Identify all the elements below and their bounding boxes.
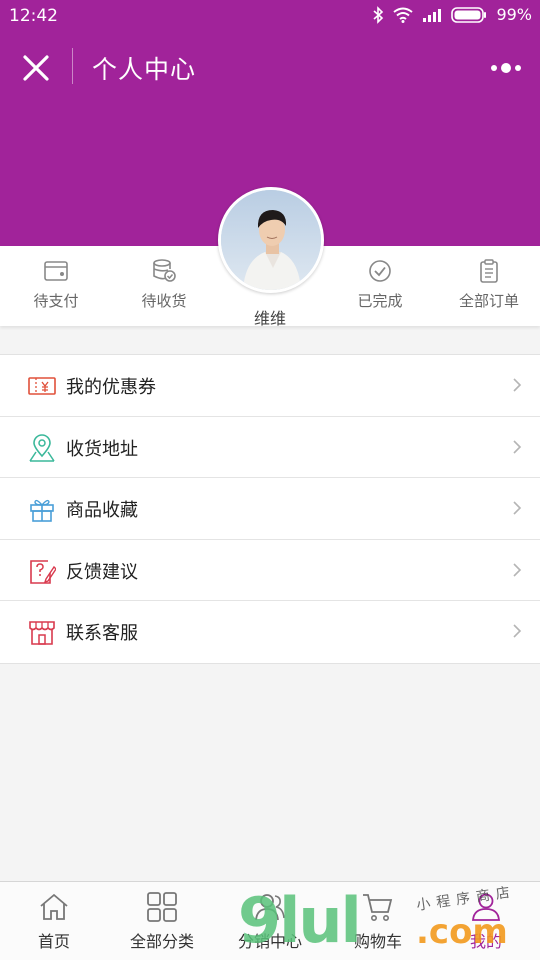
gift-icon (30, 500, 54, 522)
home-icon (40, 893, 68, 920)
store-icon (29, 621, 55, 646)
tab-cart[interactable]: 购物车 (324, 892, 432, 952)
status-icons: 99% (372, 5, 532, 24)
tab-distribution[interactable]: 分销中心 (216, 892, 324, 952)
bluetooth-icon (373, 5, 384, 24)
grid-icon (147, 892, 177, 922)
more-dots-icon (491, 63, 521, 73)
order-pending-payment[interactable]: 待支付 (6, 258, 106, 311)
menu-item-coupons[interactable]: 我的优惠券 (0, 355, 540, 417)
more-button[interactable] (486, 54, 526, 82)
order-item-label: 待支付 (33, 292, 79, 310)
order-completed[interactable]: 已完成 (330, 258, 430, 311)
menu-item-label: 我的优惠券 (66, 377, 156, 398)
people-icon (255, 894, 285, 921)
bottom-tab-bar: 首页 全部分类 分销中心 购物车 我的 (0, 881, 540, 960)
status-bar: 12:42 99% (0, 0, 540, 32)
order-item-label: 待收货 (141, 292, 187, 310)
profile-menu: 我的优惠券 收货地址 商品收藏 反馈建议 联系客服 (0, 354, 540, 664)
menu-item-address[interactable]: 收货地址 (0, 417, 540, 479)
tab-label: 全部分类 (129, 932, 194, 951)
menu-item-label: 联系客服 (66, 623, 138, 645)
avatar[interactable] (218, 187, 324, 293)
chevron-right-icon (513, 378, 522, 392)
order-item-label: 已完成 (357, 292, 403, 310)
close-icon (23, 55, 49, 81)
menu-item-label: 反馈建议 (66, 561, 138, 583)
tab-label: 购物车 (353, 932, 402, 951)
tab-label: 我的 (469, 932, 502, 951)
chevron-right-icon (513, 624, 522, 638)
user-icon (472, 893, 500, 921)
menu-item-label: 商品收藏 (66, 500, 138, 522)
page-title: 个人中心 (92, 55, 197, 84)
chevron-right-icon (513, 563, 522, 577)
menu-item-label: 收货地址 (66, 438, 138, 460)
order-all[interactable]: 全部订单 (439, 258, 539, 311)
tab-label: 分销中心 (237, 932, 302, 951)
menu-item-feedback[interactable]: 反馈建议 (0, 540, 540, 602)
tab-label: 首页 (37, 932, 70, 951)
order-item-label: 全部订单 (458, 292, 519, 310)
cart-icon (363, 894, 393, 921)
map-pin-icon (29, 433, 55, 462)
close-button[interactable] (18, 50, 54, 86)
wifi-icon (393, 7, 414, 23)
feedback-icon (30, 559, 56, 584)
menu-item-favorites[interactable]: 商品收藏 (0, 478, 540, 540)
chevron-right-icon (513, 440, 522, 454)
battery-percent: 99% (496, 5, 532, 24)
tab-home[interactable]: 首页 (0, 892, 108, 952)
tab-mine[interactable]: 我的 (432, 892, 540, 952)
order-pending-receipt[interactable]: 待收货 (114, 258, 214, 311)
wallet-icon (44, 261, 68, 281)
nav-divider (72, 48, 73, 84)
check-circle-icon (369, 260, 391, 282)
tab-categories[interactable]: 全部分类 (108, 892, 216, 952)
clipboard-icon (480, 259, 498, 283)
menu-item-customer-service[interactable]: 联系客服 (0, 601, 540, 663)
avatar-photo (221, 190, 321, 290)
coins-check-icon (153, 259, 176, 282)
battery-icon (451, 6, 487, 23)
status-time: 12:42 (9, 6, 58, 26)
chevron-right-icon (513, 501, 522, 515)
signal-icon (423, 8, 442, 22)
coupon-icon (28, 377, 56, 395)
nav-bar: 个人中心 (0, 36, 540, 98)
username: 维维 (253, 309, 286, 328)
